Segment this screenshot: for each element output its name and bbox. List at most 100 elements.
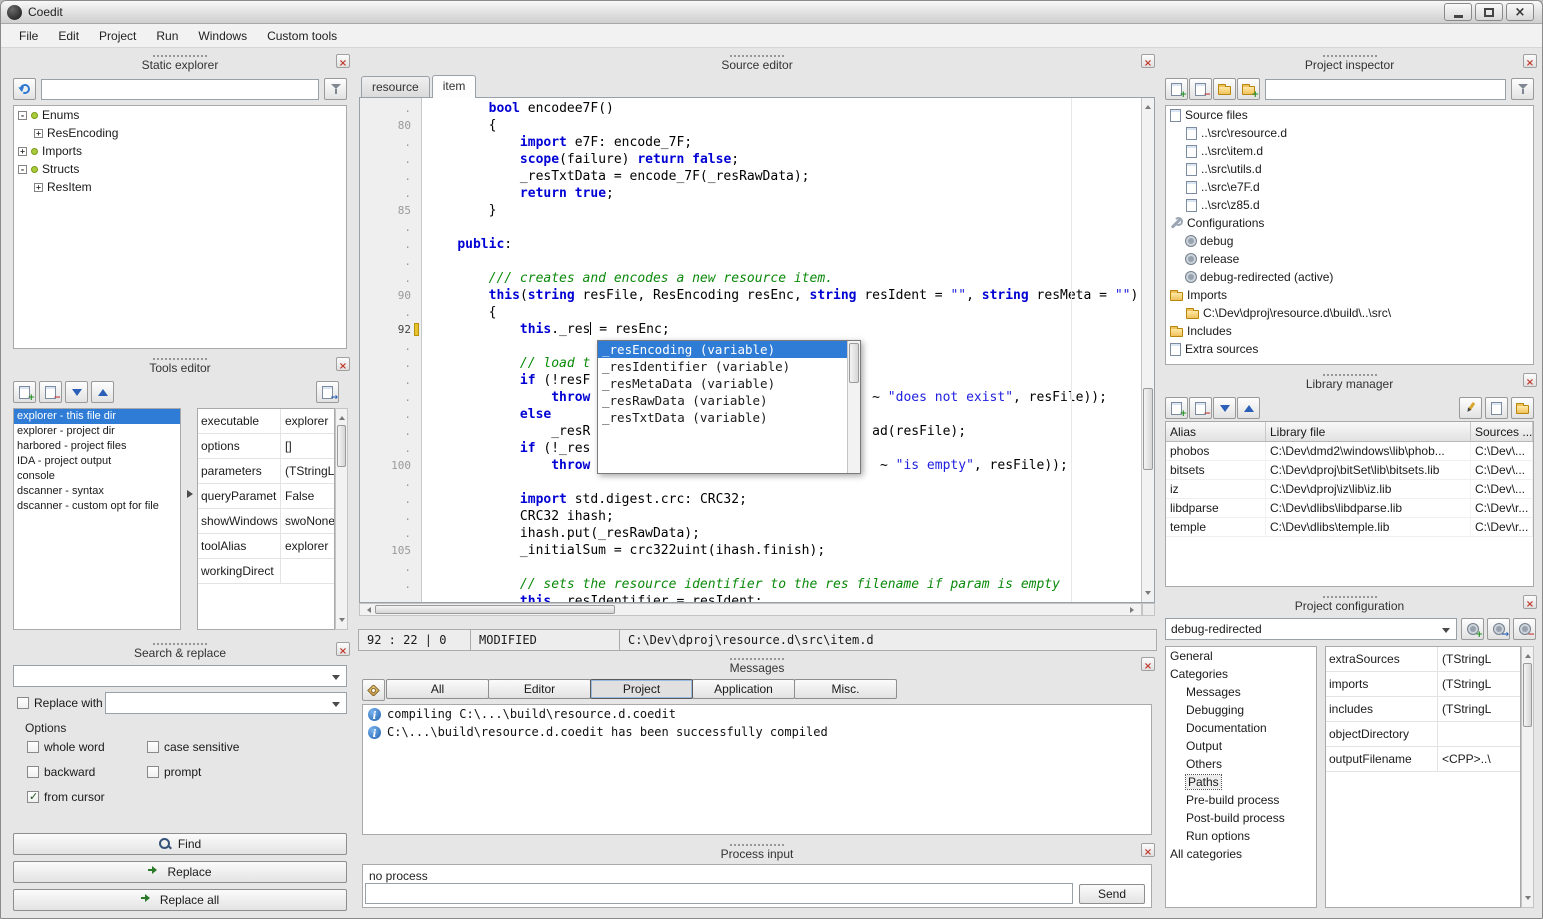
find-button[interactable]: Find [13,833,347,855]
checkbox-prompt[interactable]: prompt [147,765,343,779]
tree-item[interactable]: Categories [1166,665,1316,683]
panel-close-icon[interactable] [1141,54,1155,68]
tree-item[interactable]: Imports [1166,286,1533,304]
panel-close-icon[interactable] [336,54,350,68]
grid-scrollbar[interactable] [1521,646,1534,908]
tree-item[interactable]: release [1166,250,1533,268]
editor-vscrollbar[interactable] [1141,98,1154,602]
panel-close-icon[interactable] [1141,843,1155,857]
completion-item[interactable]: _resIdentifier (variable) [598,358,847,375]
search-replace-header[interactable]: Search & replace [9,641,351,661]
menu-item-windows[interactable]: Windows [188,26,257,46]
grid-scrollbar[interactable] [335,408,348,630]
scrollbar-thumb[interactable] [849,343,859,383]
table-row[interactable]: bitsetsC:\Dev\dproj\bitSet\lib\bitsets.l… [1166,461,1533,480]
open-folder-button[interactable] [1213,78,1236,100]
completion-item[interactable]: _resMetaData (variable) [598,375,847,392]
sync-config-button[interactable]: + [1461,618,1484,640]
completion-item[interactable]: _resRawData (variable) [598,392,847,409]
table-row[interactable]: templeC:\Dev\dlibs\temple.libC:\Dev\r... [1166,518,1533,537]
tree-item[interactable]: -Enums [14,106,346,124]
property-row[interactable]: imports(TStringL [1326,672,1520,697]
process-input-header[interactable]: Process input [358,842,1156,862]
inspector-filter-button[interactable] [1511,78,1534,100]
tree-item[interactable]: Pre-build process [1166,791,1316,809]
add-tool-button[interactable]: + [13,381,36,403]
tree-item[interactable]: +ResItem [14,178,346,196]
scrollbar-thumb[interactable] [1523,663,1532,727]
replace-term-combo[interactable] [105,692,347,714]
tool-list-item[interactable]: console [14,469,180,484]
configuration-combo[interactable]: debug-redirected [1165,618,1457,640]
tree-item[interactable]: ..\src\resource.d [1166,124,1533,142]
tree-item[interactable]: Extra sources [1166,340,1533,358]
filter-misc[interactable]: Misc. [794,679,897,699]
filter-editor[interactable]: Editor [488,679,591,699]
close-window-button[interactable] [1506,3,1534,21]
completion-item[interactable]: _resTxtData (variable) [598,409,847,426]
add-source-button[interactable]: + [1165,78,1188,100]
clone-config-button[interactable]: → [1487,618,1510,640]
editor-code[interactable]: bool encodee7F() { import e7F: encode_7F… [422,98,1141,602]
open-library-folder-button[interactable] [1511,397,1534,419]
tools-editor-header[interactable]: Tools editor [9,356,351,376]
tree-item[interactable]: Run options [1166,827,1316,845]
menu-item-file[interactable]: File [9,26,48,46]
checkbox-from-cursor[interactable]: from cursor [27,790,147,804]
filter-all[interactable]: All [386,679,489,699]
panel-close-icon[interactable] [336,357,350,371]
tree-item[interactable]: Messages [1166,683,1316,701]
remove-source-button[interactable]: − [1189,78,1212,100]
tree-item[interactable]: ..\src\z85.d [1166,196,1533,214]
move-tool-up-button[interactable] [91,381,114,403]
property-row[interactable]: showWindowsswoNone [198,509,334,534]
column-header[interactable]: Library file [1266,422,1471,441]
process-input-field[interactable] [365,883,1073,904]
add-library-button[interactable]: + [1165,397,1188,419]
scrollbar-thumb[interactable] [375,605,615,614]
clone-tool-button[interactable]: → [316,381,339,403]
property-row[interactable]: options[] [198,434,334,459]
property-row[interactable]: executableexplorer [198,409,334,434]
tree-item[interactable]: +ResEncoding [14,124,346,142]
scrollbar-thumb[interactable] [1143,388,1153,470]
project-inspector-header[interactable]: Project inspector [1161,53,1538,73]
remove-tool-button[interactable]: − [39,381,62,403]
property-row[interactable]: extraSources(TStringL [1326,647,1520,672]
tree-item[interactable]: debug [1166,232,1533,250]
expand-arrow-icon[interactable] [187,490,197,498]
tree-item[interactable]: Debugging [1166,701,1316,719]
move-library-down-button[interactable] [1213,397,1236,419]
library-manager-header[interactable]: Library manager [1161,372,1538,392]
expand-icon[interactable]: + [34,129,43,138]
tree-item[interactable]: Others [1166,755,1316,773]
tree-item[interactable]: Configurations [1166,214,1533,232]
maximize-button[interactable] [1475,3,1503,21]
checkbox-backward[interactable]: backward [27,765,147,779]
delete-config-button[interactable]: − [1513,618,1536,640]
tree-item[interactable]: Documentation [1166,719,1316,737]
expand-icon[interactable]: + [34,183,43,192]
tree-item[interactable]: C:\Dev\dproj\resource.d\build\..\src\ [1166,304,1533,322]
replace-with-checkbox[interactable]: Replace with [17,696,103,710]
tree-item[interactable]: General [1166,647,1316,665]
property-row[interactable]: toolAliasexplorer [198,534,334,559]
replace-all-button[interactable]: Replace all [13,889,347,911]
tool-list-item[interactable]: explorer - this file dir [14,409,180,424]
tree-item[interactable]: Output [1166,737,1316,755]
column-header[interactable]: Alias [1166,422,1266,441]
tab-item[interactable]: item [432,75,477,98]
property-row[interactable]: parameters(TStringL [198,459,334,484]
table-row[interactable]: phobosC:\Dev\dmd2\windows\lib\phob...C:\… [1166,442,1533,461]
scrollbar-thumb[interactable] [337,425,346,467]
tree-item[interactable]: -Structs [14,160,346,178]
collapse-icon[interactable]: - [18,111,27,120]
collapse-icon[interactable]: - [18,165,27,174]
tree-item[interactable]: Post-build process [1166,809,1316,827]
replace-button[interactable]: Replace [13,861,347,883]
project-configuration-header[interactable]: Project configuration [1161,594,1538,614]
search-term-combo[interactable] [13,665,347,687]
move-library-up-button[interactable] [1237,397,1260,419]
property-row[interactable]: outputFilename<CPP>..\ [1326,747,1520,772]
tree-item[interactable]: All categories [1166,845,1316,863]
